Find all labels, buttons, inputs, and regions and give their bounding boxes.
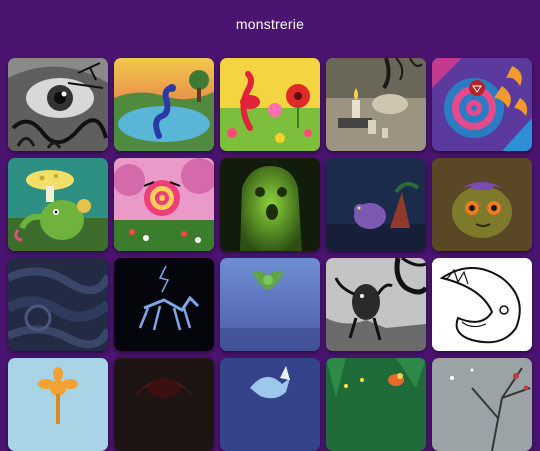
- artwork-tile-grey-eye[interactable]: [8, 58, 108, 151]
- artwork-tile-mushroom-creature[interactable]: [8, 158, 108, 251]
- artwork-grid: [8, 58, 532, 451]
- artwork-tile-blue-line-creature[interactable]: [114, 258, 214, 351]
- artwork-image: [220, 58, 320, 151]
- artwork-tile-storm-swirls[interactable]: [8, 258, 108, 351]
- artwork-image: [432, 258, 532, 351]
- artwork-image: [326, 58, 426, 151]
- artwork-tile-purple-creature[interactable]: [326, 158, 426, 251]
- artwork-tile-spiral-pink-forest[interactable]: [114, 158, 214, 251]
- artwork-image: [432, 58, 532, 151]
- artwork-image: [220, 258, 320, 351]
- artwork-image: [8, 58, 108, 151]
- artwork-tile-fish-drawing[interactable]: [432, 258, 532, 351]
- artwork-tile-green-bat[interactable]: [220, 258, 320, 351]
- gallery-page: monstrerie: [0, 0, 540, 451]
- artwork-tile-serpent-lake[interactable]: [114, 58, 214, 151]
- artwork-image: [114, 258, 214, 351]
- page-title: monstrerie: [235, 16, 305, 32]
- artwork-tile-olive-creature[interactable]: [432, 158, 532, 251]
- artwork-tile-flamingo-flowers[interactable]: [220, 58, 320, 151]
- artwork-tile-green-ghost[interactable]: [220, 158, 320, 251]
- artwork-tile-ink-tentacle[interactable]: [326, 258, 426, 351]
- artwork-tile-candle-creature[interactable]: [326, 58, 426, 151]
- artwork-image: [8, 258, 108, 351]
- artwork-image: [114, 158, 214, 251]
- artwork-image: [432, 158, 532, 251]
- artwork-image: [326, 258, 426, 351]
- artwork-image: [326, 158, 426, 251]
- artwork-image: [220, 158, 320, 251]
- artwork-image: [114, 58, 214, 151]
- artwork-tile-spiral-horns[interactable]: [432, 58, 532, 151]
- artwork-image: [8, 158, 108, 251]
